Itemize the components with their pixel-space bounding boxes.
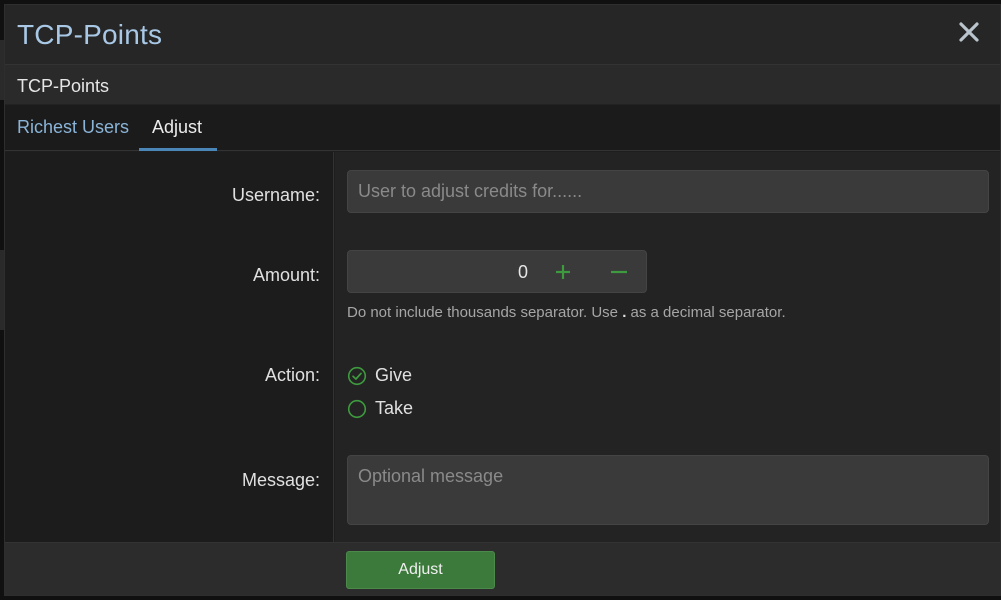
radio-give-label: Give: [375, 365, 413, 385]
message-label: Message:: [241, 470, 320, 490]
form-value-column: 0 Do not include thousands sep: [335, 152, 1000, 542]
modal-overlay: TCP-Points TCP-Points Richest Users Adju…: [4, 4, 1001, 596]
decrement-button[interactable]: [604, 257, 634, 287]
section-title: TCP-Points: [17, 76, 110, 96]
form-label-column: Username: Amount: Action: Message:: [5, 152, 334, 542]
amount-value[interactable]: 0: [348, 262, 528, 283]
username-input[interactable]: [347, 170, 989, 213]
adjust-form: Username: Amount: Action: Message: 0: [5, 152, 1000, 542]
plus-icon: [556, 265, 570, 279]
section-header: TCP-Points: [5, 65, 1000, 105]
action-label: Action:: [264, 365, 320, 385]
amount-hint: Do not include thousands separator. Use …: [347, 304, 786, 321]
tab-adjust[interactable]: Adjust: [152, 117, 202, 138]
modal-title: TCP-Points: [17, 19, 163, 50]
amount-stepper[interactable]: 0: [347, 250, 647, 293]
check-circle-icon: [347, 366, 367, 386]
modal-header: TCP-Points: [5, 5, 1000, 65]
modal-footer: Adjust: [5, 542, 1000, 595]
amount-hint-text: as a decimal separator.: [630, 304, 786, 321]
close-icon: [959, 22, 979, 42]
message-input[interactable]: [347, 455, 989, 525]
adjust-button[interactable]: Adjust: [346, 551, 495, 589]
username-label: Username:: [231, 185, 320, 205]
tab-bar: Richest Users Adjust: [5, 105, 1000, 151]
amount-label: Amount:: [252, 265, 320, 285]
tab-richest-users[interactable]: Richest Users: [17, 117, 129, 138]
tcp-points-modal: TCP-Points TCP-Points Richest Users Adju…: [4, 4, 1001, 596]
minus-icon: [611, 270, 627, 274]
amount-hint-text: Do not include thousands separator. Use: [347, 304, 619, 321]
close-button[interactable]: [956, 19, 982, 45]
circle-icon: [347, 399, 367, 419]
radio-take-label: Take: [375, 398, 414, 418]
active-tab-indicator: [139, 148, 217, 151]
increment-button[interactable]: [548, 257, 578, 287]
decimal-separator-code: .: [622, 304, 627, 321]
